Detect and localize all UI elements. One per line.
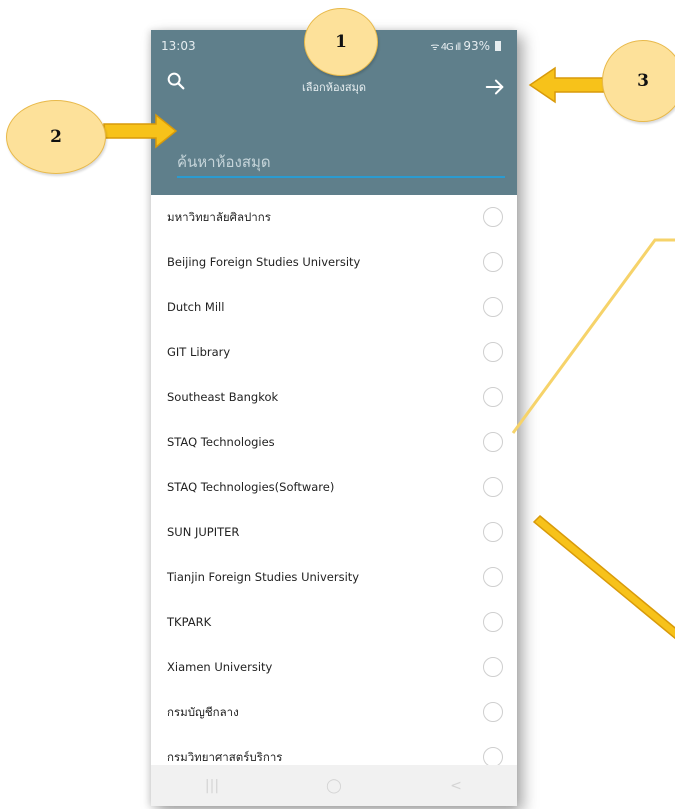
recent-apps-button[interactable]: ||| — [192, 778, 232, 794]
radio-button[interactable] — [483, 522, 503, 542]
guide-line-upper — [511, 238, 675, 434]
guide-line-lower — [532, 514, 675, 640]
library-name: GIT Library — [167, 345, 231, 359]
callout-1: 1 — [304, 8, 378, 76]
signal-icon: ᯤ 4G ıll — [430, 42, 461, 53]
library-name: Dutch Mill — [167, 300, 225, 314]
radio-button[interactable] — [483, 432, 503, 452]
callout-1-label: 1 — [335, 32, 347, 52]
battery-icon — [495, 41, 501, 51]
library-name: Tianjin Foreign Studies University — [167, 570, 360, 584]
radio-button[interactable] — [483, 747, 503, 767]
library-name: Beijing Foreign Studies University — [167, 255, 361, 269]
library-list-item[interactable]: Xiamen University — [151, 645, 517, 690]
callout-2: 2 — [6, 100, 106, 174]
library-name: มหาวิทยาลัยศิลปากร — [167, 210, 271, 224]
library-list-item[interactable]: กรมบัญชีกลาง — [151, 690, 517, 735]
callout-2-label: 2 — [50, 127, 62, 147]
library-name: Southeast Bangkok — [167, 390, 279, 404]
radio-button[interactable] — [483, 657, 503, 677]
phone-screen: 13:03 ᯤ 4G ıll 93% เลือกห้องสมุด มหาวิทย… — [151, 30, 517, 806]
library-list-item[interactable]: GIT Library — [151, 330, 517, 375]
library-name: STAQ Technologies(Software) — [167, 480, 335, 494]
radio-button[interactable] — [483, 207, 503, 227]
library-name: กรมบัญชีกลาง — [167, 705, 239, 719]
library-name: TKPARK — [167, 615, 212, 629]
library-list-item[interactable]: TKPARK — [151, 600, 517, 645]
battery-percent: 93% — [463, 39, 490, 53]
callout-3: 3 — [602, 40, 675, 122]
radio-button[interactable] — [483, 252, 503, 272]
system-nav-bar: ||| ◯ < — [151, 765, 517, 806]
home-button[interactable]: ◯ — [314, 778, 354, 794]
library-list-item[interactable]: STAQ Technologies — [151, 420, 517, 465]
library-list: มหาวิทยาลัยศิลปากร Beijing Foreign Studie… — [151, 195, 517, 806]
library-list-item[interactable]: Southeast Bangkok — [151, 375, 517, 420]
radio-button[interactable] — [483, 702, 503, 722]
library-list-item[interactable]: Tianjin Foreign Studies University — [151, 555, 517, 600]
library-name: SUN JUPITER — [167, 525, 240, 539]
library-list-item[interactable]: SUN JUPITER — [151, 510, 517, 555]
radio-button[interactable] — [483, 477, 503, 497]
page-title: เลือกห้องสมุด — [301, 81, 367, 94]
library-list-item[interactable]: Beijing Foreign Studies University — [151, 240, 517, 285]
radio-button[interactable] — [483, 297, 503, 317]
radio-button[interactable] — [483, 567, 503, 587]
library-list-item[interactable]: STAQ Technologies(Software) — [151, 465, 517, 510]
radio-button[interactable] — [483, 387, 503, 407]
library-list-item[interactable]: มหาวิทยาลัยศิลปากร — [151, 195, 517, 240]
radio-button[interactable] — [483, 612, 503, 632]
back-button[interactable]: < — [436, 778, 476, 794]
callout-3-label: 3 — [637, 71, 649, 91]
callout-3-arrow — [528, 66, 605, 104]
app-bar: เลือกห้องสมุด — [151, 60, 517, 195]
library-search-input[interactable] — [177, 150, 505, 178]
status-time: 13:03 — [161, 39, 196, 53]
status-indicators: ᯤ 4G ıll 93% — [430, 39, 501, 53]
radio-button[interactable] — [483, 342, 503, 362]
library-list-item[interactable]: Dutch Mill — [151, 285, 517, 330]
library-name: STAQ Technologies — [167, 435, 275, 449]
library-name: Xiamen University — [167, 660, 273, 674]
arrow-right-icon[interactable] — [484, 76, 506, 98]
